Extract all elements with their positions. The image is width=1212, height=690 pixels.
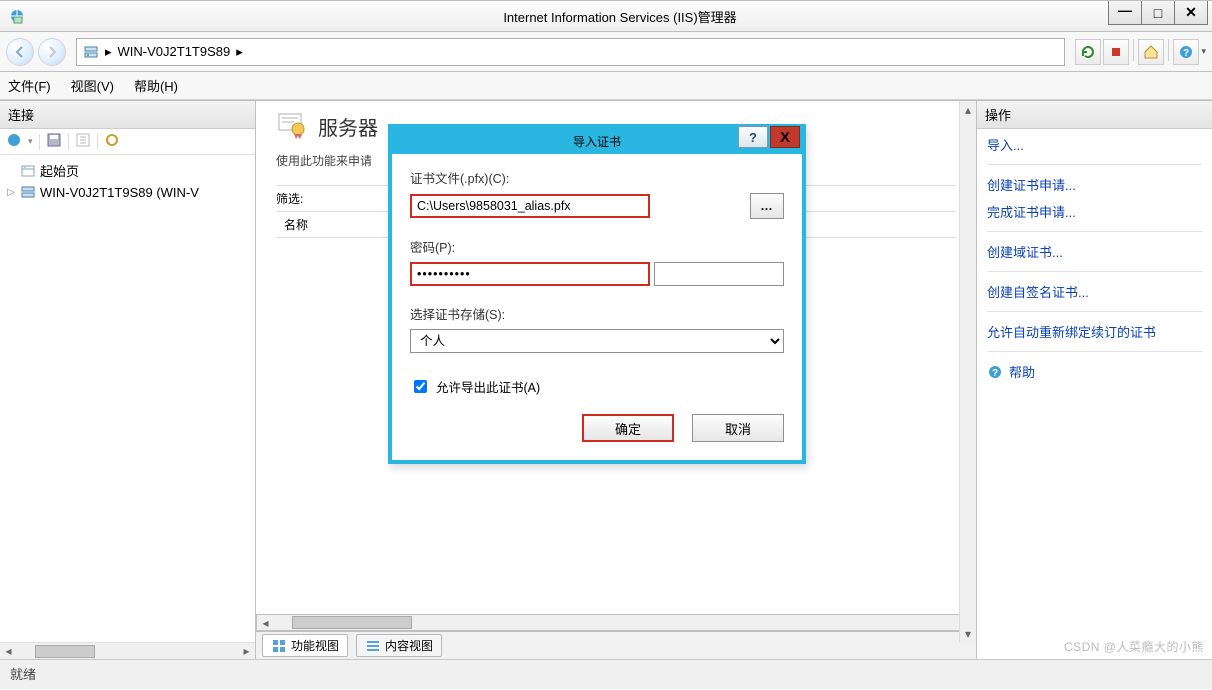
maximize-button[interactable]: □: [1141, 1, 1175, 25]
breadcrumb-sep-start: ▸: [105, 44, 112, 60]
refresh-button[interactable]: [1075, 39, 1101, 65]
status-bar: 就绪: [0, 659, 1212, 689]
actions-pane: 操作 导入... 创建证书申请... 完成证书申请... 创建域证书... 创建…: [976, 101, 1212, 659]
dialog-help-button[interactable]: ?: [738, 126, 768, 148]
actions-title: 操作: [977, 101, 1212, 129]
tab-content[interactable]: 内容视图: [356, 634, 442, 657]
breadcrumb-server[interactable]: WIN-V0J2T1T9S89: [118, 44, 231, 59]
save-icon[interactable]: [46, 132, 62, 151]
tree-toolbar: ▾: [0, 129, 255, 155]
connect-icon[interactable]: [6, 132, 22, 151]
action-help[interactable]: ? 帮助: [987, 362, 1202, 381]
view-tabs: 功能视图 内容视图: [256, 631, 976, 659]
center-scrollbar[interactable]: ◂ ▸: [256, 614, 976, 631]
allow-export-checkbox[interactable]: [414, 380, 427, 393]
feature-title: 服务器: [318, 112, 378, 141]
stop-button[interactable]: [1103, 39, 1129, 65]
svg-text:?: ?: [992, 368, 998, 379]
import-certificate-dialog: 导入证书 ? X 证书文件(.pfx)(C): … 密码(P): 选择证书存储(…: [388, 124, 806, 464]
tree-body: 起始页 ▷ WIN-V0J2T1T9S89 (WIN-V: [0, 155, 255, 642]
tree-start-page[interactable]: 起始页: [2, 159, 253, 182]
close-window-button[interactable]: ✕: [1174, 1, 1208, 25]
watermark: CSDN @人菜瘾大的小熊: [1064, 638, 1204, 655]
action-help-label: 帮助: [1009, 362, 1035, 381]
tab-features-label: 功能视图: [291, 637, 339, 654]
ok-button[interactable]: 确定: [582, 414, 674, 442]
menu-file[interactable]: 文件(F): [8, 76, 51, 95]
expander-icon[interactable]: ▷: [6, 187, 16, 198]
app-icon: [6, 5, 28, 27]
password-input[interactable]: [410, 262, 650, 286]
certificates-icon: [276, 109, 308, 144]
menu-help[interactable]: 帮助(H): [134, 76, 178, 95]
connections-title: 连接: [0, 101, 255, 129]
minimize-button[interactable]: —: [1108, 1, 1142, 25]
menu-view[interactable]: 视图(V): [71, 76, 114, 95]
store-label: 选择证书存储(S):: [410, 304, 784, 323]
action-auto-rebind[interactable]: 允许自动重新绑定续订的证书: [987, 322, 1202, 341]
window-title: Internet Information Services (IIS)管理器: [28, 7, 1212, 26]
cancel-button[interactable]: 取消: [692, 414, 784, 442]
tree-server-node[interactable]: ▷ WIN-V0J2T1T9S89 (WIN-V: [2, 182, 253, 202]
svg-text:?: ?: [1183, 48, 1189, 59]
title-bar: Internet Information Services (IIS)管理器 —…: [0, 0, 1212, 32]
action-create-domain-cert[interactable]: 创建域证书...: [987, 242, 1202, 261]
tree-server-label: WIN-V0J2T1T9S89 (WIN-V: [40, 185, 199, 200]
allow-export-label: 允许导出此证书(A): [436, 377, 540, 396]
back-button[interactable]: [6, 38, 34, 66]
connections-pane: 连接 ▾ 起始页 ▷ WIN-V0J2T1T9S89 (WIN-V ◂: [0, 101, 256, 659]
dialog-title-bar[interactable]: 导入证书 ? X: [392, 128, 802, 154]
filter-label: 筛选:: [276, 190, 303, 207]
expand-all-icon[interactable]: [75, 132, 91, 151]
home-button[interactable]: [1138, 39, 1164, 65]
action-import[interactable]: 导入...: [987, 135, 1202, 154]
file-label: 证书文件(.pfx)(C):: [410, 168, 784, 187]
certificate-store-select[interactable]: 个人: [410, 329, 784, 353]
browse-button[interactable]: …: [750, 193, 784, 219]
action-complete-request[interactable]: 完成证书申请...: [987, 202, 1202, 221]
forward-button[interactable]: [38, 38, 66, 66]
col-name[interactable]: 名称: [276, 212, 396, 237]
action-create-self-signed[interactable]: 创建自签名证书...: [987, 282, 1202, 301]
tab-features[interactable]: 功能视图: [262, 634, 348, 657]
tree-start-label: 起始页: [40, 161, 79, 180]
left-scrollbar[interactable]: ◂▸: [0, 642, 255, 659]
refresh-tree-icon[interactable]: [104, 132, 120, 151]
nav-bar: ▸ WIN-V0J2T1T9S89 ▸ ? ▾: [0, 32, 1212, 72]
menu-bar: 文件(F) 视图(V) 帮助(H): [0, 72, 1212, 100]
window-controls: — □ ✕: [1108, 1, 1208, 25]
help-button[interactable]: ?: [1173, 39, 1199, 65]
dialog-close-button[interactable]: X: [770, 126, 800, 148]
status-text: 就绪: [10, 667, 36, 682]
breadcrumb[interactable]: ▸ WIN-V0J2T1T9S89 ▸: [76, 38, 1065, 66]
right-edge-scrollbar[interactable]: ▴ ▾: [959, 101, 976, 642]
tab-content-label: 内容视图: [385, 637, 433, 654]
action-create-request[interactable]: 创建证书申请...: [987, 175, 1202, 194]
password-label: 密码(P):: [410, 237, 784, 256]
certificate-file-input[interactable]: [410, 194, 650, 218]
breadcrumb-sep-end: ▸: [236, 44, 243, 60]
server-icon: [83, 44, 99, 60]
